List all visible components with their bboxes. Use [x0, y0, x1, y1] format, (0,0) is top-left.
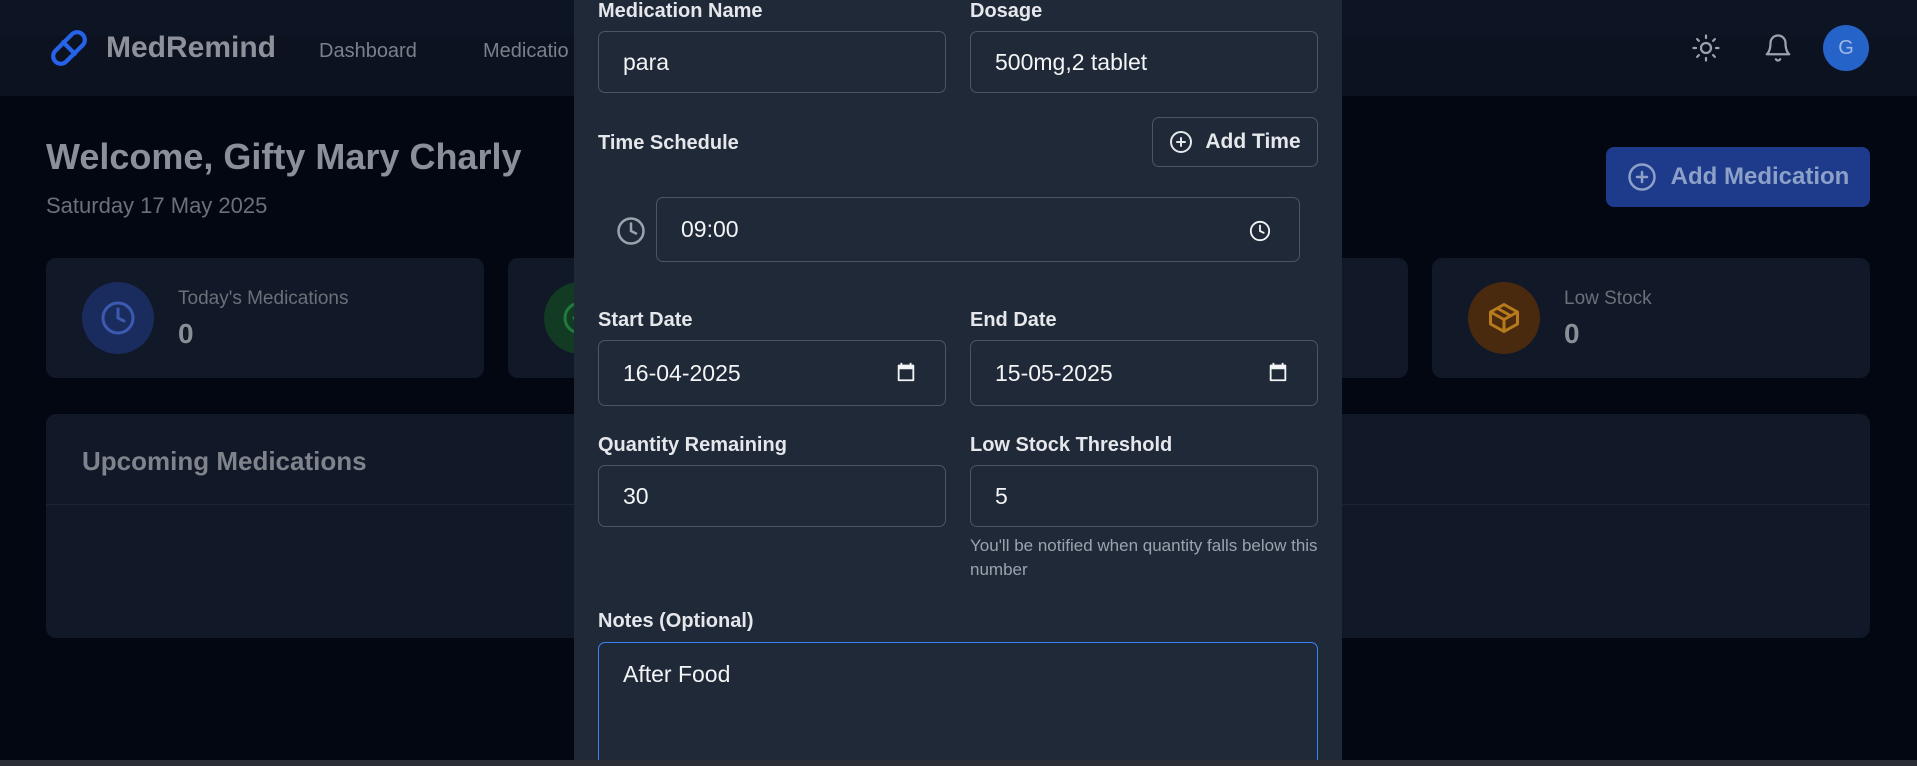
calendar-icon[interactable] — [895, 361, 917, 383]
nav-medications[interactable]: Medicatio — [483, 40, 569, 63]
medication-name-label: Medication Name — [598, 0, 763, 22]
quantity-label: Quantity Remaining — [598, 434, 787, 456]
brand[interactable]: MedRemind — [46, 25, 276, 71]
clock-icon — [101, 301, 135, 335]
stat-icon-bg — [82, 282, 154, 354]
time-value: 09:00 — [681, 216, 739, 242]
add-time-label: Add Time — [1205, 130, 1301, 153]
notes-textarea[interactable]: After Food — [598, 642, 1318, 760]
stat-card-partial — [1342, 258, 1408, 378]
stat-card-today: Today's Medications 0 — [46, 258, 484, 378]
end-date-value: 15-05-2025 — [995, 359, 1113, 386]
plus-circle-icon — [1170, 131, 1193, 153]
stat-card-low-stock: Low Stock 0 — [1432, 258, 1870, 378]
avatar[interactable]: G — [1823, 25, 1869, 71]
calendar-icon[interactable] — [1267, 361, 1289, 383]
quantity-input[interactable]: 30 — [598, 465, 946, 527]
plus-circle-icon — [1627, 163, 1656, 191]
window-bottom-edge — [0, 760, 1917, 766]
medication-name-input[interactable]: para — [598, 31, 946, 93]
time-input[interactable]: 09:00 — [656, 197, 1300, 262]
theme-toggle-button[interactable] — [1686, 28, 1726, 68]
time-schedule-label: Time Schedule — [598, 132, 739, 154]
stat-value: 0 — [178, 318, 194, 349]
notifications-button[interactable] — [1758, 28, 1798, 68]
end-date-label: End Date — [970, 309, 1057, 331]
clock-icon — [617, 217, 645, 245]
threshold-input[interactable]: 5 — [970, 465, 1318, 527]
bell-icon — [1765, 34, 1791, 62]
start-date-value: 16-04-2025 — [623, 359, 741, 386]
dosage-input[interactable]: 500mg,2 tablet — [970, 31, 1318, 93]
current-date: Saturday 17 May 2025 — [46, 193, 268, 218]
threshold-label: Low Stock Threshold — [970, 434, 1173, 456]
add-medication-modal: Medication Name para Dosage 500mg,2 tabl… — [574, 0, 1342, 760]
sun-icon — [1692, 34, 1720, 62]
package-icon — [1489, 303, 1519, 333]
clock-picker-icon[interactable] — [1249, 220, 1271, 242]
end-date-input[interactable]: 15-05-2025 — [970, 340, 1318, 406]
stat-value: 0 — [1564, 318, 1580, 349]
brand-name: MedRemind — [106, 31, 277, 64]
dosage-label: Dosage — [970, 0, 1043, 22]
stat-label: Low Stock — [1564, 288, 1652, 309]
stat-label: Today's Medications — [178, 288, 349, 309]
notes-label: Notes (Optional) — [598, 610, 754, 632]
threshold-hint: You'll be notified when quantity falls b… — [970, 536, 1318, 579]
start-date-label: Start Date — [598, 309, 693, 331]
upcoming-title: Upcoming Medications — [82, 446, 367, 476]
welcome-heading: Welcome, Gifty Mary Charly — [46, 136, 522, 177]
add-medication-button[interactable]: Add Medication — [1606, 147, 1870, 207]
pill-icon — [51, 30, 87, 66]
add-medication-label: Add Medication — [1670, 163, 1850, 190]
nav-dashboard[interactable]: Dashboard — [319, 40, 417, 63]
stat-icon-bg — [1468, 282, 1540, 354]
start-date-input[interactable]: 16-04-2025 — [598, 340, 946, 406]
add-time-button[interactable]: Add Time — [1152, 117, 1318, 167]
